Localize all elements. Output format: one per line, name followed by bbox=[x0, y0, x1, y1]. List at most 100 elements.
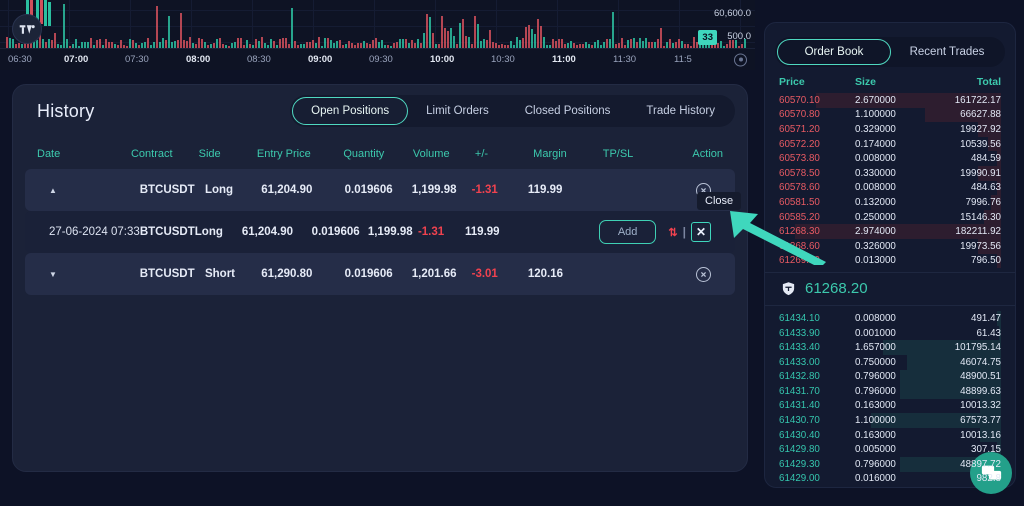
expand-up-icon[interactable]: ▲ bbox=[49, 186, 57, 195]
close-position-icon[interactable] bbox=[696, 266, 712, 282]
order-book-mid-price-row: 61268.20 bbox=[765, 272, 1015, 307]
column-header-total: Total bbox=[976, 76, 1001, 88]
order-book-ask-row[interactable]: 60572.20 0.174000 10539.56 bbox=[765, 136, 1015, 152]
cell-size: 0.750000 bbox=[855, 356, 896, 368]
order-book-bid-row[interactable]: 61429.30 0.796000 48897.72 bbox=[765, 457, 1015, 472]
cell-size: 0.132000 bbox=[855, 196, 896, 208]
cell-price: 61433.90 bbox=[779, 327, 820, 339]
price-chart[interactable]: 60,600.0 500.0 33 06:30 07:00 07:30 08:00 08:… bbox=[0, 0, 755, 70]
cell-date: ▲ bbox=[49, 184, 140, 196]
page-title: History bbox=[37, 101, 95, 121]
order-book-bid-row[interactable]: 61431.70 0.796000 48899.63 bbox=[765, 384, 1015, 399]
order-book-bid-row[interactable]: 61433.00 0.750000 46074.75 bbox=[765, 354, 1015, 370]
order-book-bid-row[interactable]: 61431.40 0.163000 10013.32 bbox=[765, 398, 1015, 414]
cell-total: 10539.56 bbox=[960, 138, 1001, 150]
cell-price: 61268.30 bbox=[779, 226, 820, 238]
cell-date: 27-06-2024 07:33 bbox=[49, 226, 140, 238]
cell-price: 60573.80 bbox=[779, 153, 820, 165]
cell-price: 60585.20 bbox=[779, 211, 820, 223]
tab-trade-history[interactable]: Trade History bbox=[628, 97, 733, 125]
order-book-bid-row[interactable]: 61430.70 1.100000 67573.77 bbox=[765, 413, 1015, 428]
tradingview-logo-icon[interactable] bbox=[12, 14, 42, 44]
order-book-ask-row[interactable]: 60571.20 0.329000 19927.92 bbox=[765, 122, 1015, 137]
column-header-tpsl: TP/SL bbox=[602, 148, 634, 160]
cell-price: 61431.70 bbox=[779, 385, 820, 397]
order-book-ask-row[interactable]: 60570.80 1.100000 66627.88 bbox=[765, 107, 1015, 123]
tab-order-book[interactable]: Order Book bbox=[777, 39, 891, 65]
chart-price-badge: 33 bbox=[698, 30, 717, 45]
cell-price: 61431.40 bbox=[779, 400, 820, 412]
cell-margin: 120.16 bbox=[527, 268, 564, 280]
order-book-bid-row[interactable]: 61434.10 0.008000 491.47 bbox=[765, 311, 1015, 326]
column-header-margin: Margin bbox=[533, 148, 567, 160]
cell-entry-price: 61,204.90 bbox=[261, 184, 313, 196]
cell-total: 161722.17 bbox=[954, 94, 1001, 106]
reverse-position-icon[interactable]: ⇅ bbox=[668, 226, 677, 239]
column-header-price: Price bbox=[779, 76, 805, 88]
cell-total: 982.8 bbox=[976, 473, 1001, 485]
cell-margin: 119.99 bbox=[527, 184, 563, 196]
table-row[interactable]: 27-06-2024 07:33 BTCUSDT Long 61,204.90 0.01… bbox=[25, 211, 735, 253]
column-header-pnl: +/- bbox=[474, 148, 489, 160]
tab-closed-positions[interactable]: Closed Positions bbox=[507, 97, 629, 125]
cell-entry-price: 61,290.80 bbox=[261, 268, 313, 280]
cell-size: 0.001000 bbox=[855, 327, 896, 339]
order-book-ask-row[interactable]: 60581.50 0.132000 7996.76 bbox=[765, 195, 1015, 210]
cell-price: 61430.40 bbox=[779, 429, 820, 441]
cell-size: 0.250000 bbox=[855, 211, 896, 223]
table-row[interactable]: ▼ BTCUSDT Short 61,290.80 0.019606 1,201.66 -3… bbox=[25, 253, 735, 295]
cell-total: 19927.92 bbox=[960, 123, 1001, 135]
order-book-ask-row[interactable]: 61269.10 0.013000 796.50 bbox=[765, 253, 1015, 269]
expand-down-icon[interactable]: ▼ bbox=[49, 270, 57, 279]
history-tabs: Open Positions Limit Orders Closed Positio… bbox=[290, 95, 735, 127]
tab-recent-trades[interactable]: Recent Trades bbox=[891, 39, 1003, 65]
order-book-ask-row[interactable]: 61268.30 2.974000 182211.92 bbox=[765, 224, 1015, 239]
chart-time-label-1: 07:00 bbox=[64, 54, 89, 65]
order-book-bid-row[interactable]: 61429.00 0.016000 982.8 bbox=[765, 471, 1015, 487]
chart-time-label-0: 06:30 bbox=[8, 54, 32, 65]
cell-size: 0.008000 bbox=[855, 312, 896, 324]
chart-volume-bars bbox=[0, 0, 755, 48]
order-book-bid-row[interactable]: 61429.80 0.005000 307.15 bbox=[765, 442, 1015, 458]
chart-time-label-10: 11:30 bbox=[613, 54, 637, 65]
chart-settings-icon[interactable] bbox=[734, 53, 747, 66]
column-header-size: Size bbox=[855, 76, 877, 88]
tab-open-positions[interactable]: Open Positions bbox=[292, 97, 409, 125]
order-book-ask-row[interactable]: 60573.80 0.008000 484.59 bbox=[765, 151, 1015, 166]
cell-volume: 1,199.98 bbox=[411, 184, 457, 196]
order-book-ask-row[interactable]: 60585.20 0.250000 15146.30 bbox=[765, 209, 1015, 225]
cell-pnl: -3.01 bbox=[471, 268, 498, 280]
order-book-bid-row[interactable]: 61433.90 0.001000 61.43 bbox=[765, 325, 1015, 341]
cell-total: 48900.51 bbox=[960, 371, 1001, 383]
cell-size: 0.330000 bbox=[855, 167, 896, 179]
order-book-bid-row[interactable]: 61433.40 1.657000 101795.14 bbox=[765, 340, 1015, 355]
order-book-ask-row[interactable]: 61268.60 0.326000 19973.56 bbox=[765, 238, 1015, 254]
close-position-button[interactable]: ✕ bbox=[690, 222, 711, 242]
cell-action bbox=[658, 266, 712, 282]
cell-quantity: 0.019606 bbox=[311, 226, 360, 238]
table-row[interactable]: ▲ BTCUSDT Long 61,204.90 0.019606 1,199.98 -1.… bbox=[25, 169, 735, 211]
cell-quantity: 0.019606 bbox=[344, 184, 393, 196]
order-book-ask-row[interactable]: 60578.60 0.008000 484.63 bbox=[765, 180, 1015, 196]
tab-limit-orders[interactable]: Limit Orders bbox=[408, 97, 507, 125]
cell-price: 60571.20 bbox=[779, 123, 820, 135]
add-button[interactable]: Add bbox=[598, 220, 657, 244]
cell-price: 60578.50 bbox=[779, 167, 820, 179]
cell-total: 10013.16 bbox=[960, 429, 1001, 441]
cell-contract: BTCUSDT bbox=[139, 226, 195, 238]
chart-price-label-1: 500.0 bbox=[727, 31, 751, 42]
cell-price: 61430.70 bbox=[779, 415, 820, 427]
order-book-ask-row[interactable]: 60570.10 2.670000 161722.17 bbox=[765, 93, 1015, 108]
column-header-volume: Volume bbox=[412, 148, 450, 160]
cell-margin: 119.99 bbox=[465, 226, 500, 238]
order-book-ask-row[interactable]: 60578.50 0.330000 19990.91 bbox=[765, 165, 1015, 181]
cell-contract: BTCUSDT bbox=[139, 268, 195, 280]
history-panel: History Open Positions Limit Orders Closed… bbox=[12, 84, 748, 472]
cell-pnl: -1.31 bbox=[471, 184, 498, 196]
order-book-bid-row[interactable]: 61430.40 0.163000 10013.16 bbox=[765, 427, 1015, 443]
order-book-bid-row[interactable]: 61432.80 0.796000 48900.51 bbox=[765, 369, 1015, 385]
cell-total: 15146.30 bbox=[960, 211, 1001, 223]
cell-size: 0.013000 bbox=[855, 255, 896, 267]
cell-total: 48897.72 bbox=[960, 458, 1001, 470]
cell-total: 67573.77 bbox=[960, 415, 1001, 427]
